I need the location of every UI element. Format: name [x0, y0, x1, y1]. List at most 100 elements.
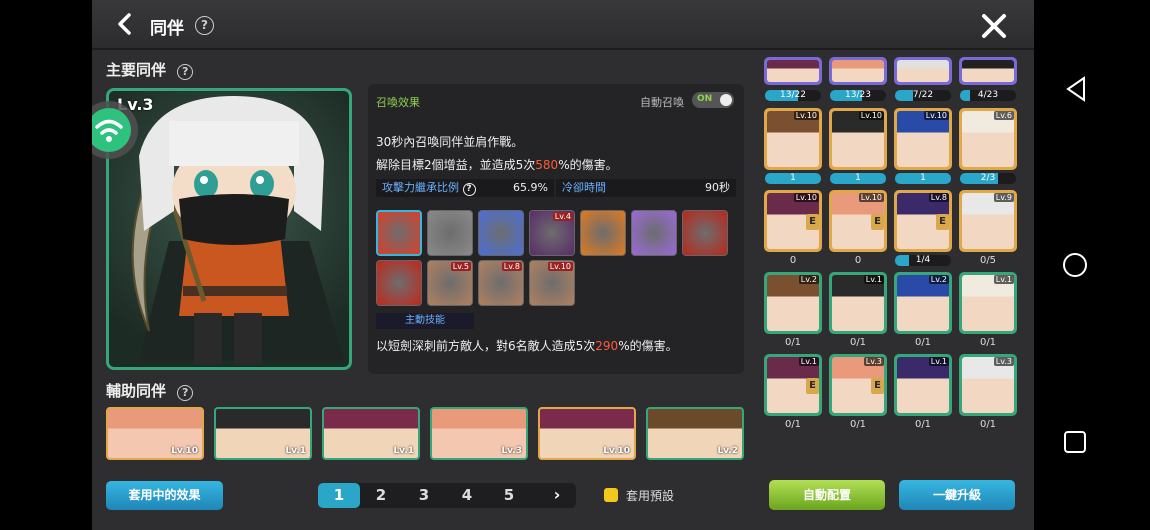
attack-inherit-stat: 攻擊力繼承比例 ? 65.9%: [376, 179, 554, 197]
help-icon[interactable]: ?: [462, 183, 476, 196]
page-4-button[interactable]: 4: [446, 483, 488, 508]
skill-icon[interactable]: [376, 260, 422, 306]
wifi-icon: [92, 108, 131, 152]
companion-progress: 13/22: [765, 90, 821, 101]
companion-count: 0/1: [784, 337, 802, 348]
page-selector: 1 2 3 4 5: [318, 483, 562, 508]
sub-companion-level: Lv.1: [393, 446, 414, 456]
sub-companion-level: Lv.3: [501, 446, 522, 456]
next-page-button[interactable]: ›: [538, 483, 576, 508]
companion-progress: 7/22: [895, 90, 951, 101]
skill-icon[interactable]: Lv.4: [529, 210, 575, 256]
companion-level: Lv.6: [993, 111, 1014, 120]
page-3-button[interactable]: 3: [403, 483, 445, 508]
companion-card[interactable]: Lv.3: [959, 354, 1017, 416]
companion-card[interactable]: Lv.2: [764, 272, 822, 334]
companion-count: 0/1: [784, 419, 802, 430]
sub-companion-card[interactable]: Lv.3: [430, 407, 528, 460]
skill-level-tag: Lv.4: [552, 212, 573, 221]
companion-card[interactable]: Lv.10: [829, 108, 887, 170]
main-companion-portrait[interactable]: Lv.3: [106, 88, 352, 370]
sub-companion-card[interactable]: Lv.2: [646, 407, 744, 460]
companion-level: Lv.2: [798, 275, 819, 284]
preset-checkbox[interactable]: [604, 488, 618, 502]
page-title: 同伴: [150, 19, 184, 39]
companion-count: 0: [789, 255, 797, 266]
skill-icon[interactable]: [580, 210, 626, 256]
sub-companion-level: Lv.10: [171, 446, 198, 456]
sub-companion-level: Lv.10: [603, 446, 630, 456]
companion-level: Lv.1: [928, 357, 949, 366]
companion-level: Lv.10: [858, 111, 884, 120]
help-icon[interactable]: ?: [177, 385, 194, 401]
android-recents-icon[interactable]: [1063, 430, 1087, 454]
sub-companion-card[interactable]: Lv.1: [322, 407, 420, 460]
companion-level: Lv.10: [793, 111, 819, 120]
skill-desc: 以短劍深刺前方敵人，對6名敵人造成5次290%的傷害。: [376, 339, 678, 353]
companion-card[interactable]: Lv.10 E: [764, 190, 822, 252]
skill-level-tag: Lv.8: [501, 262, 522, 271]
one-click-upgrade-button[interactable]: 一鍵升級: [899, 480, 1015, 510]
companion-card[interactable]: Lv.10 E: [829, 190, 887, 252]
skill-icon[interactable]: Lv.5: [427, 260, 473, 306]
companion-card[interactable]: [829, 57, 887, 85]
page-5-button[interactable]: 5: [488, 483, 530, 508]
companion-card[interactable]: [959, 57, 1017, 85]
companion-card[interactable]: Lv.1: [829, 272, 887, 334]
sub-companion-card[interactable]: Lv.1: [214, 407, 312, 460]
companion-card[interactable]: Lv.10: [764, 108, 822, 170]
companion-card[interactable]: Lv.2: [894, 272, 952, 334]
close-icon[interactable]: [980, 6, 1008, 48]
cooldown-value: 90秒: [705, 181, 730, 194]
sub-companion-card[interactable]: Lv.10: [538, 407, 636, 460]
companion-level: Lv.9: [993, 193, 1014, 202]
companion-level: Lv.1: [993, 275, 1014, 284]
skill-icon[interactable]: Lv.10: [529, 260, 575, 306]
back-arrow-icon[interactable]: [110, 9, 140, 39]
apply-effect-button[interactable]: 套用中的效果: [106, 481, 223, 510]
auto-summon-toggle[interactable]: ON: [692, 92, 734, 108]
cooldown-stat: 冷卻時間 90秒: [556, 179, 736, 197]
companion-card[interactable]: Lv.3 E: [829, 354, 887, 416]
help-icon[interactable]: ?: [195, 16, 214, 35]
companion-card[interactable]: Lv.9: [959, 190, 1017, 252]
companion-card[interactable]: Lv.8 E: [894, 190, 952, 252]
companion-face: [832, 60, 884, 82]
companion-progress: 1: [765, 173, 821, 184]
equipped-badge: E: [871, 378, 884, 394]
android-nav-bar: [1034, 0, 1150, 530]
android-back-icon[interactable]: [1064, 76, 1088, 102]
summon-desc-line2: 解除目標2個增益，並造成5次580%的傷害。: [376, 158, 618, 172]
main-companion-title: 主要同伴: [106, 61, 167, 79]
companion-face: [962, 60, 1014, 82]
skill-icon[interactable]: [478, 210, 524, 256]
companion-card[interactable]: Lv.10: [894, 108, 952, 170]
page-2-button[interactable]: 2: [360, 483, 402, 508]
companion-card[interactable]: Lv.1 E: [764, 354, 822, 416]
skill-icon[interactable]: [427, 210, 473, 256]
auto-config-button[interactable]: 自動配置: [769, 480, 885, 510]
page-1-button[interactable]: 1: [318, 483, 360, 508]
companion-window: 同伴 ? 主要同伴 ? Lv.3 召喚效果 自動召喚 ON 30秒內召喚同伴並肩…: [92, 0, 1034, 530]
skill-icon[interactable]: Lv.8: [478, 260, 524, 306]
companion-card[interactable]: Lv.1: [894, 354, 952, 416]
companion-face: [897, 60, 949, 82]
companion-character-art: [131, 96, 344, 365]
equipped-badge: E: [806, 214, 819, 230]
companion-count: 0/1: [979, 419, 997, 430]
skill-icon[interactable]: [682, 210, 728, 256]
sub-companion-title: 輔助同伴: [106, 382, 167, 400]
companion-card[interactable]: Lv.1: [959, 272, 1017, 334]
companion-card[interactable]: [894, 57, 952, 85]
equipped-badge: E: [871, 214, 884, 230]
skill-icon[interactable]: [631, 210, 677, 256]
companion-card[interactable]: [764, 57, 822, 85]
preset-label: 套用預設: [626, 489, 675, 503]
skill-icon[interactable]: [376, 210, 422, 256]
sub-companion-card[interactable]: Lv.10: [106, 407, 204, 460]
help-icon[interactable]: ?: [177, 64, 194, 80]
companion-level: Lv.10: [923, 111, 949, 120]
skill-level-tag: Lv.5: [450, 262, 471, 271]
companion-card[interactable]: Lv.6: [959, 108, 1017, 170]
android-home-icon[interactable]: [1062, 252, 1088, 278]
